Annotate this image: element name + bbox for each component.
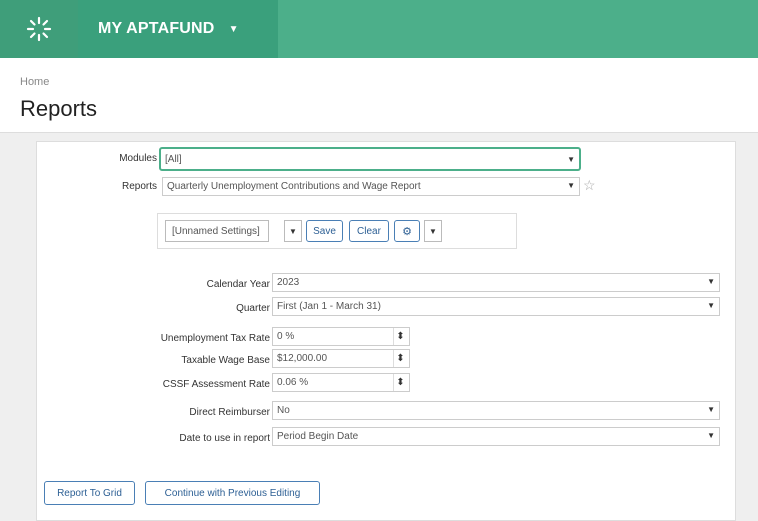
param-label: Calendar Year (206, 279, 270, 290)
modules-select[interactable]: [All] ▼ (159, 147, 581, 171)
chevron-down-icon[interactable]: ▼ (284, 220, 302, 242)
chevron-down-icon: ▼ (707, 301, 715, 310)
app-menu-dropdown[interactable]: MY APTAFUND ▼ (78, 0, 278, 58)
quarter-select[interactable]: First (Jan 1 - March 31) ▼ (272, 297, 720, 316)
app-logo[interactable] (0, 0, 78, 58)
reports-label: Reports (121, 181, 157, 192)
param-value: 0.06 % (277, 377, 309, 388)
param-value: 2023 (277, 277, 300, 288)
taxable-wage-base-input[interactable]: $12,000.00 ⬍ (272, 349, 410, 368)
cssf-assessment-rate-input[interactable]: 0.06 % ⬍ (272, 373, 410, 392)
app-name: MY APTAFUND (98, 20, 215, 37)
spinner-icon[interactable]: ⬍ (393, 350, 407, 367)
param-label: Date to use in report (179, 433, 270, 444)
param-value: No (277, 405, 290, 416)
modules-value: [All] (165, 153, 182, 165)
chevron-down-icon: ▼ (567, 155, 575, 164)
date-to-use-select[interactable]: Period Begin Date ▼ (272, 427, 720, 446)
page-title: Reports (20, 96, 98, 121)
spinner-icon[interactable]: ⬍ (393, 374, 407, 391)
direct-reimburser-select[interactable]: No ▼ (272, 401, 720, 420)
param-label: Quarter (236, 303, 270, 314)
param-value: First (Jan 1 - March 31) (277, 301, 381, 312)
save-button[interactable]: Save (306, 220, 343, 242)
clear-button[interactable]: Clear (349, 220, 389, 242)
modules-label: Modules (119, 153, 157, 164)
settings-name-select[interactable]: [Unnamed Settings] (165, 220, 269, 242)
param-label: Direct Reimburser (189, 407, 270, 418)
unemployment-tax-rate-input[interactable]: 0 % ⬍ (272, 327, 410, 346)
breadcrumb[interactable]: Home (20, 76, 49, 88)
reports-value: Quarterly Unemployment Contributions and… (167, 181, 421, 192)
param-label: Taxable Wage Base (181, 355, 270, 366)
param-label: CSSF Assessment Rate (162, 379, 270, 390)
continue-editing-button[interactable]: Continue with Previous Editing (145, 481, 320, 505)
chevron-down-icon: ▼ (228, 23, 239, 35)
param-value: $12,000.00 (277, 353, 328, 364)
chevron-down-icon: ▼ (707, 277, 715, 286)
chevron-down-icon: ▼ (707, 431, 715, 440)
page-header: Home Reports (0, 58, 758, 133)
param-value: 0 % (277, 331, 295, 342)
app-logo-icon (26, 16, 52, 42)
chevron-down-icon: ▼ (707, 405, 715, 414)
param-value: Period Begin Date (277, 431, 359, 442)
gear-icon[interactable]: ⚙ (394, 220, 420, 242)
report-to-grid-button[interactable]: Report To Grid (44, 481, 135, 505)
param-label: Unemployment Tax Rate (160, 333, 270, 344)
spinner-icon[interactable]: ⬍ (393, 328, 407, 345)
chevron-down-icon[interactable]: ▼ (424, 220, 442, 242)
chevron-down-icon: ▼ (567, 181, 575, 190)
calendar-year-select[interactable]: 2023 ▼ (272, 273, 720, 292)
reports-select[interactable]: Quarterly Unemployment Contributions and… (162, 177, 580, 196)
favorite-star-icon[interactable]: ☆ (583, 177, 596, 194)
top-bar: MY APTAFUND ▼ (0, 0, 758, 58)
